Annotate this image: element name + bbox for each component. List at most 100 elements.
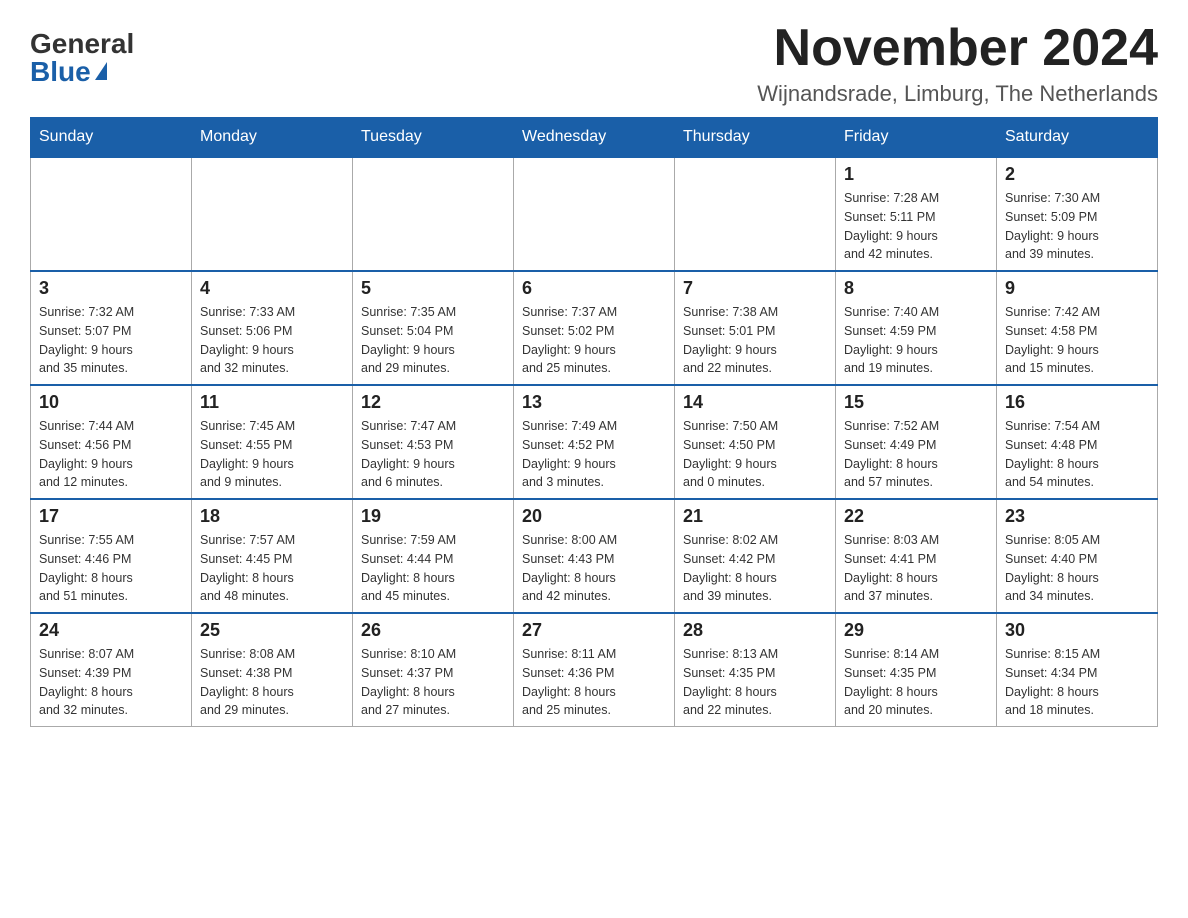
day-info: Sunrise: 7:50 AM Sunset: 4:50 PM Dayligh… [683,417,827,492]
day-number: 12 [361,392,505,413]
day-info: Sunrise: 8:03 AM Sunset: 4:41 PM Dayligh… [844,531,988,606]
day-info: Sunrise: 8:14 AM Sunset: 4:35 PM Dayligh… [844,645,988,720]
day-info: Sunrise: 8:13 AM Sunset: 4:35 PM Dayligh… [683,645,827,720]
day-info: Sunrise: 7:42 AM Sunset: 4:58 PM Dayligh… [1005,303,1149,378]
calendar-cell: 3 Sunrise: 7:32 AM Sunset: 5:07 PM Daylig… [31,271,192,385]
calendar-cell: 23 Sunrise: 8:05 AM Sunset: 4:40 PM Dayli… [997,499,1158,613]
calendar-cell: 17 Sunrise: 7:55 AM Sunset: 4:46 PM Dayli… [31,499,192,613]
day-number: 4 [200,278,344,299]
day-info: Sunrise: 7:49 AM Sunset: 4:52 PM Dayligh… [522,417,666,492]
calendar-cell: 11 Sunrise: 7:45 AM Sunset: 4:55 PM Dayli… [192,385,353,499]
day-number: 27 [522,620,666,641]
day-info: Sunrise: 7:28 AM Sunset: 5:11 PM Dayligh… [844,189,988,264]
weekday-header-row: SundayMondayTuesdayWednesdayThursdayFrid… [31,118,1158,158]
day-number: 11 [200,392,344,413]
logo-triangle-icon [95,62,107,80]
day-number: 16 [1005,392,1149,413]
calendar-cell: 8 Sunrise: 7:40 AM Sunset: 4:59 PM Daylig… [836,271,997,385]
calendar-cell: 26 Sunrise: 8:10 AM Sunset: 4:37 PM Dayli… [353,613,514,727]
day-info: Sunrise: 8:07 AM Sunset: 4:39 PM Dayligh… [39,645,183,720]
day-number: 15 [844,392,988,413]
day-number: 25 [200,620,344,641]
day-info: Sunrise: 7:47 AM Sunset: 4:53 PM Dayligh… [361,417,505,492]
day-info: Sunrise: 7:44 AM Sunset: 4:56 PM Dayligh… [39,417,183,492]
day-number: 19 [361,506,505,527]
logo-general-text: General [30,30,134,58]
calendar-cell: 14 Sunrise: 7:50 AM Sunset: 4:50 PM Dayli… [675,385,836,499]
day-number: 24 [39,620,183,641]
calendar-week-row: 3 Sunrise: 7:32 AM Sunset: 5:07 PM Daylig… [31,271,1158,385]
calendar-week-row: 24 Sunrise: 8:07 AM Sunset: 4:39 PM Dayli… [31,613,1158,727]
page-header: General Blue November 2024 Wijnandsrade,… [30,20,1158,107]
day-info: Sunrise: 7:30 AM Sunset: 5:09 PM Dayligh… [1005,189,1149,264]
calendar-week-row: 1 Sunrise: 7:28 AM Sunset: 5:11 PM Daylig… [31,157,1158,271]
weekday-header-tuesday: Tuesday [353,118,514,158]
day-info: Sunrise: 7:33 AM Sunset: 5:06 PM Dayligh… [200,303,344,378]
logo: General Blue [30,30,134,86]
day-info: Sunrise: 8:15 AM Sunset: 4:34 PM Dayligh… [1005,645,1149,720]
calendar-cell: 5 Sunrise: 7:35 AM Sunset: 5:04 PM Daylig… [353,271,514,385]
day-number: 13 [522,392,666,413]
calendar-cell: 7 Sunrise: 7:38 AM Sunset: 5:01 PM Daylig… [675,271,836,385]
day-number: 20 [522,506,666,527]
day-info: Sunrise: 7:57 AM Sunset: 4:45 PM Dayligh… [200,531,344,606]
calendar-table: SundayMondayTuesdayWednesdayThursdayFrid… [30,117,1158,727]
calendar-cell [353,157,514,271]
day-number: 2 [1005,164,1149,185]
day-number: 3 [39,278,183,299]
day-info: Sunrise: 8:00 AM Sunset: 4:43 PM Dayligh… [522,531,666,606]
day-info: Sunrise: 8:05 AM Sunset: 4:40 PM Dayligh… [1005,531,1149,606]
day-number: 7 [683,278,827,299]
day-number: 30 [1005,620,1149,641]
weekday-header-friday: Friday [836,118,997,158]
day-number: 26 [361,620,505,641]
calendar-week-row: 10 Sunrise: 7:44 AM Sunset: 4:56 PM Dayli… [31,385,1158,499]
day-info: Sunrise: 7:32 AM Sunset: 5:07 PM Dayligh… [39,303,183,378]
day-number: 21 [683,506,827,527]
calendar-cell: 15 Sunrise: 7:52 AM Sunset: 4:49 PM Dayli… [836,385,997,499]
day-info: Sunrise: 7:40 AM Sunset: 4:59 PM Dayligh… [844,303,988,378]
calendar-cell: 27 Sunrise: 8:11 AM Sunset: 4:36 PM Dayli… [514,613,675,727]
day-number: 6 [522,278,666,299]
calendar-cell: 1 Sunrise: 7:28 AM Sunset: 5:11 PM Daylig… [836,157,997,271]
day-number: 23 [1005,506,1149,527]
day-info: Sunrise: 7:55 AM Sunset: 4:46 PM Dayligh… [39,531,183,606]
day-number: 14 [683,392,827,413]
calendar-cell: 25 Sunrise: 8:08 AM Sunset: 4:38 PM Dayli… [192,613,353,727]
calendar-cell: 21Sunrise: 8:02 AM Sunset: 4:42 PM Dayli… [675,499,836,613]
day-number: 8 [844,278,988,299]
calendar-cell: 24 Sunrise: 8:07 AM Sunset: 4:39 PM Dayli… [31,613,192,727]
title-area: November 2024 Wijnandsrade, Limburg, The… [757,20,1158,107]
calendar-cell: 20 Sunrise: 8:00 AM Sunset: 4:43 PM Dayli… [514,499,675,613]
day-number: 1 [844,164,988,185]
day-number: 10 [39,392,183,413]
day-info: Sunrise: 7:45 AM Sunset: 4:55 PM Dayligh… [200,417,344,492]
month-title: November 2024 [757,20,1158,77]
calendar-cell: 29 Sunrise: 8:14 AM Sunset: 4:35 PM Dayli… [836,613,997,727]
day-info: Sunrise: 7:37 AM Sunset: 5:02 PM Dayligh… [522,303,666,378]
calendar-cell: 19 Sunrise: 7:59 AM Sunset: 4:44 PM Dayli… [353,499,514,613]
calendar-cell [514,157,675,271]
day-info: Sunrise: 7:52 AM Sunset: 4:49 PM Dayligh… [844,417,988,492]
day-info: Sunrise: 8:11 AM Sunset: 4:36 PM Dayligh… [522,645,666,720]
day-info: Sunrise: 7:38 AM Sunset: 5:01 PM Dayligh… [683,303,827,378]
day-info: Sunrise: 8:08 AM Sunset: 4:38 PM Dayligh… [200,645,344,720]
day-number: 5 [361,278,505,299]
day-number: 17 [39,506,183,527]
day-number: 9 [1005,278,1149,299]
day-number: 18 [200,506,344,527]
calendar-cell: 4 Sunrise: 7:33 AM Sunset: 5:06 PM Daylig… [192,271,353,385]
calendar-cell: 12 Sunrise: 7:47 AM Sunset: 4:53 PM Dayli… [353,385,514,499]
calendar-cell: 18 Sunrise: 7:57 AM Sunset: 4:45 PM Dayli… [192,499,353,613]
calendar-cell [31,157,192,271]
weekday-header-sunday: Sunday [31,118,192,158]
day-number: 22 [844,506,988,527]
calendar-cell: 30 Sunrise: 8:15 AM Sunset: 4:34 PM Dayli… [997,613,1158,727]
day-number: 29 [844,620,988,641]
day-info: Sunrise: 7:35 AM Sunset: 5:04 PM Dayligh… [361,303,505,378]
logo-blue-text: Blue [30,58,107,86]
day-info: Sunrise: 7:54 AM Sunset: 4:48 PM Dayligh… [1005,417,1149,492]
day-info: Sunrise: 7:59 AM Sunset: 4:44 PM Dayligh… [361,531,505,606]
day-info: Sunrise: 8:10 AM Sunset: 4:37 PM Dayligh… [361,645,505,720]
calendar-cell: 28Sunrise: 8:13 AM Sunset: 4:35 PM Dayli… [675,613,836,727]
